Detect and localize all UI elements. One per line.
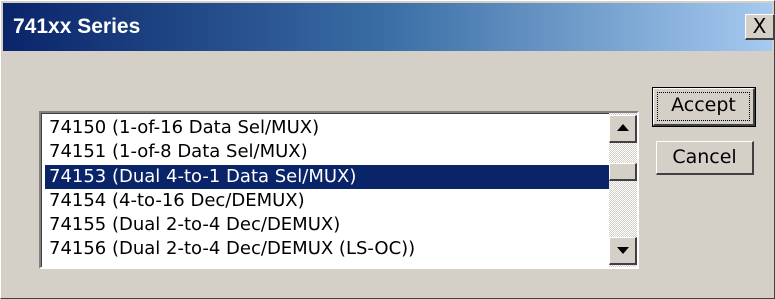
list-item[interactable]: 74155 (Dual 2-to-4 Dec/DEMUX) — [45, 213, 609, 237]
list-item[interactable]: 74151 (1-of-8 Data Sel/MUX) — [45, 140, 609, 164]
scroll-thumb[interactable] — [609, 163, 637, 181]
scroll-up-arrow-icon — [617, 124, 629, 131]
cancel-button[interactable]: Cancel — [656, 141, 754, 175]
list-item[interactable]: 74156 (Dual 2-to-4 Dec/DEMUX (LS-OC)) — [45, 237, 609, 261]
vertical-scrollbar[interactable] — [609, 113, 637, 267]
scroll-up-button[interactable] — [609, 115, 637, 143]
scroll-down-arrow-icon — [617, 247, 629, 254]
accept-button[interactable]: Accept — [652, 87, 756, 127]
list-item[interactable]: 74150 (1-of-16 Data Sel/MUX) — [45, 116, 609, 140]
series-listbox[interactable]: 74150 (1-of-16 Data Sel/MUX) 74151 (1-of… — [39, 111, 639, 269]
list-item-selected[interactable]: 74153 (Dual 4-to-1 Data Sel/MUX) — [45, 164, 609, 189]
list-item[interactable]: 74154 (4-to-16 Dec/DEMUX) — [45, 189, 609, 213]
dialog-window: 741xx Series X 74150 (1-of-16 Data Sel/M… — [0, 0, 775, 299]
window-title: 741xx Series — [13, 15, 141, 38]
title-bar[interactable]: 741xx Series X — [3, 3, 775, 51]
close-icon: X — [752, 14, 767, 38]
close-button[interactable]: X — [745, 14, 775, 40]
scroll-down-button[interactable] — [609, 237, 637, 265]
listbox-rows: 74150 (1-of-16 Data Sel/MUX) 74151 (1-of… — [45, 116, 609, 266]
